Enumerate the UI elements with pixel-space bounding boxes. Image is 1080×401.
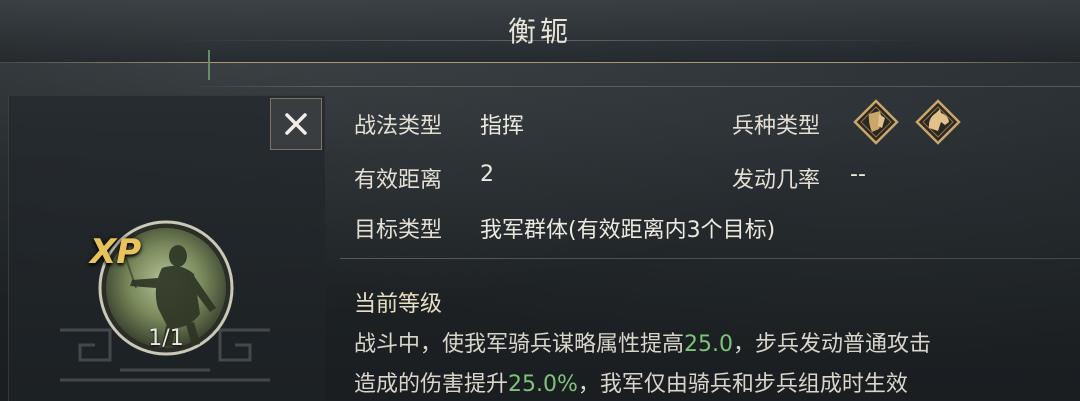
desc-highlight-value: 25.0% bbox=[508, 372, 578, 397]
desc-text: ，步兵发动普通攻击 bbox=[733, 332, 932, 357]
title-tick-mark bbox=[208, 50, 210, 80]
range-value: 2 bbox=[480, 162, 494, 187]
page-title: 衡轭 bbox=[507, 15, 572, 48]
level-description-line-2: 造成的伤害提升25.0%，我军仅由骑兵和步兵组成时生效 bbox=[354, 366, 908, 398]
range-label: 有效距离 bbox=[354, 168, 443, 193]
section-divider bbox=[340, 258, 1080, 259]
header-divider bbox=[180, 86, 1080, 87]
desc-text: 造成的伤害提升 bbox=[354, 372, 509, 397]
trigger-rate-value: -- bbox=[850, 162, 866, 187]
badge-count: 1/1 bbox=[148, 326, 184, 351]
desc-text: 战斗中，使我军骑兵谋略属性提高 bbox=[354, 332, 685, 357]
close-icon bbox=[285, 113, 307, 135]
desc-highlight-value: 25.0 bbox=[684, 332, 733, 357]
horse-head-icon[interactable] bbox=[914, 98, 962, 146]
cavalry-shield-icon[interactable] bbox=[852, 98, 900, 146]
troop-type-label: 兵种类型 bbox=[732, 114, 821, 139]
target-type-label: 目标类型 bbox=[354, 218, 443, 243]
xp-label: XP bbox=[90, 232, 142, 272]
desc-text: ，我军仅由骑兵和步兵组成时生效 bbox=[577, 372, 908, 397]
target-type-value: 我军群体(有效距离内3个目标) bbox=[480, 218, 776, 243]
tactic-type-value: 指挥 bbox=[480, 114, 525, 139]
close-button[interactable] bbox=[270, 98, 322, 150]
title-divider bbox=[0, 62, 1080, 63]
trigger-rate-label: 发动几率 bbox=[732, 168, 821, 193]
level-description-line-1: 战斗中，使我军骑兵谋略属性提高25.0，步兵发动普通攻击 bbox=[354, 326, 931, 358]
current-level-title: 当前等级 bbox=[354, 292, 443, 317]
tactic-type-label: 战法类型 bbox=[354, 114, 443, 139]
